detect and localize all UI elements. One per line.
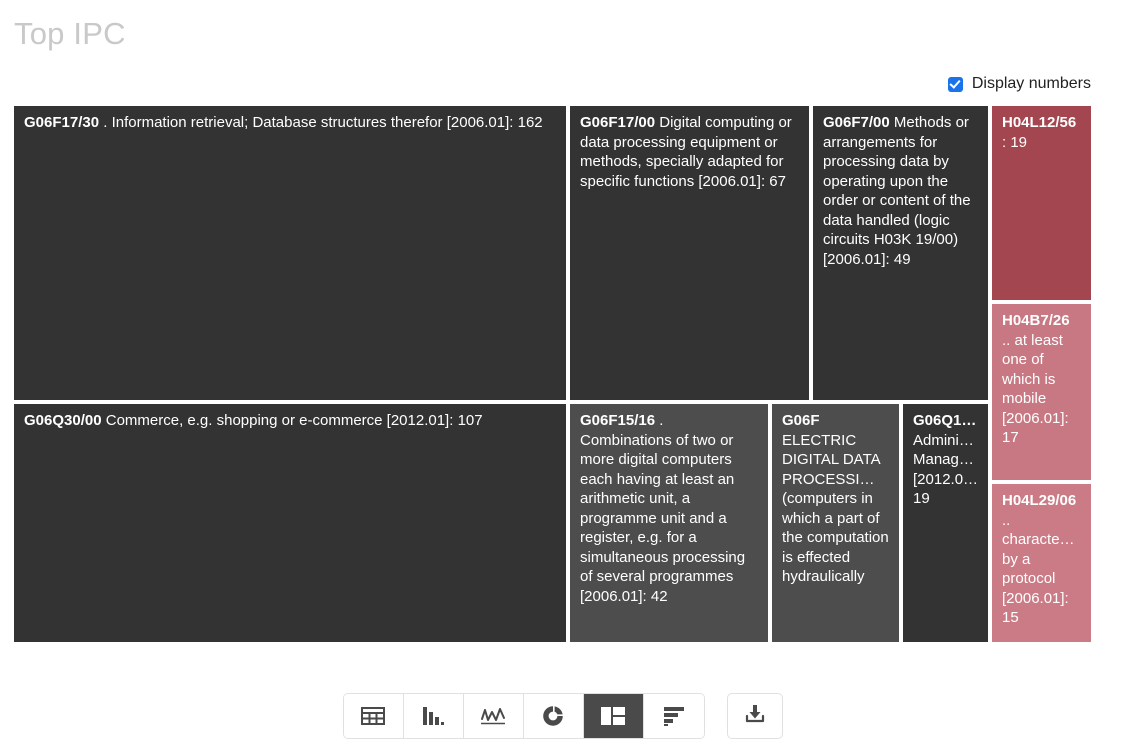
treemap-cell[interactable]: G06F17/00 Digital computing or data proc…: [569, 105, 810, 401]
table-icon: [361, 706, 385, 726]
donut-chart-icon: [541, 704, 565, 728]
treemap-cell[interactable]: G06F17/30 . Information retrieval; Datab…: [13, 105, 567, 401]
table-icon-button[interactable]: [343, 694, 404, 738]
treemap-cell-label: .. at least one of which is mobile [2006…: [1002, 331, 1069, 447]
bar-chart-icon-button[interactable]: [403, 694, 464, 738]
page-title: Top IPC: [14, 16, 126, 51]
treemap-cell[interactable]: H04L12/56 : 19: [991, 105, 1092, 301]
download-icon: [744, 703, 766, 730]
treemap-cell[interactable]: G06Q30/00 Commerce, e.g. shopping or e-c…: [13, 403, 567, 643]
page-root: Top IPC Display numbers G06F17/30 . Info…: [0, 0, 1125, 750]
treemap-cell[interactable]: G06F7/00 Methods or arrangements for pro…: [812, 105, 989, 401]
treemap-cell-code: G06F17/30: [24, 114, 100, 131]
chart-type-button-group: [342, 693, 705, 739]
treemap-cell-code: H04L29/06: [1002, 492, 1077, 509]
treemap-cell-label: Commerce, e.g. shopping or e-commerce [2…: [101, 412, 483, 429]
bar-chart-icon: [421, 705, 445, 727]
treemap-cell-label: : 19: [1002, 133, 1028, 151]
chart-toolbar: [0, 693, 1125, 739]
treemap-cell[interactable]: G06F15/16 . Combinations of two or more …: [569, 403, 769, 643]
treemap-cell-code: G06F17/00: [580, 114, 656, 131]
treemap-cell[interactable]: H04B7/26 .. at least one of which is mob…: [991, 303, 1092, 481]
treemap-cell-label: ELECTRIC DIGITAL DATA PROCESSI… (compute…: [782, 431, 889, 586]
donut-chart-icon-button[interactable]: [523, 694, 584, 738]
treemap-cell[interactable]: H04L29/06 .. characte… by a protocol [20…: [991, 483, 1092, 643]
treemap-cell-code: G06F15/16: [580, 412, 656, 429]
display-numbers-label: Display numbers: [971, 75, 1091, 92]
line-chart-icon-button[interactable]: [463, 694, 524, 738]
treemap-chart: G06F17/30 . Information retrieval; Datab…: [13, 105, 1092, 643]
treemap-cell-code: G06Q30/00: [24, 412, 102, 429]
hbar-chart-icon: [662, 705, 686, 727]
treemap-cell-label: . Combinations of two or more digital co…: [580, 412, 746, 605]
treemap-cell-label: . Information retrieval; Database struct…: [99, 114, 543, 131]
treemap-icon-button[interactable]: [583, 694, 644, 738]
treemap-cell[interactable]: G06Q1… Admini… Manag… [2012.0… 19: [902, 403, 989, 643]
treemap-cell-code: G06F: [782, 412, 820, 429]
treemap-cell-code: H04L12/56: [1002, 114, 1077, 131]
display-numbers-checkbox[interactable]: [947, 76, 963, 92]
treemap-cell-code: G06F7/00: [823, 114, 890, 131]
treemap-cell-label: Methods or arrangements for processing d…: [823, 114, 971, 268]
treemap-cell-code: G06Q1…: [913, 412, 977, 429]
treemap-cell-label: Admini… Manag… [2012.0… 19: [913, 431, 979, 508]
display-numbers-option[interactable]: Display numbers: [947, 74, 1091, 94]
treemap-cell-code: H04B7/26: [1002, 312, 1070, 329]
line-chart-icon: [480, 706, 506, 726]
treemap-cell[interactable]: G06F ELECTRIC DIGITAL DATA PROCESSI… (co…: [771, 403, 900, 643]
treemap-cell-label: .. characte… by a protocol [2006.01]: 15: [1002, 511, 1075, 627]
download-button[interactable]: [726, 693, 783, 739]
hbar-chart-icon-button[interactable]: [643, 694, 704, 738]
treemap-icon: [600, 706, 626, 726]
